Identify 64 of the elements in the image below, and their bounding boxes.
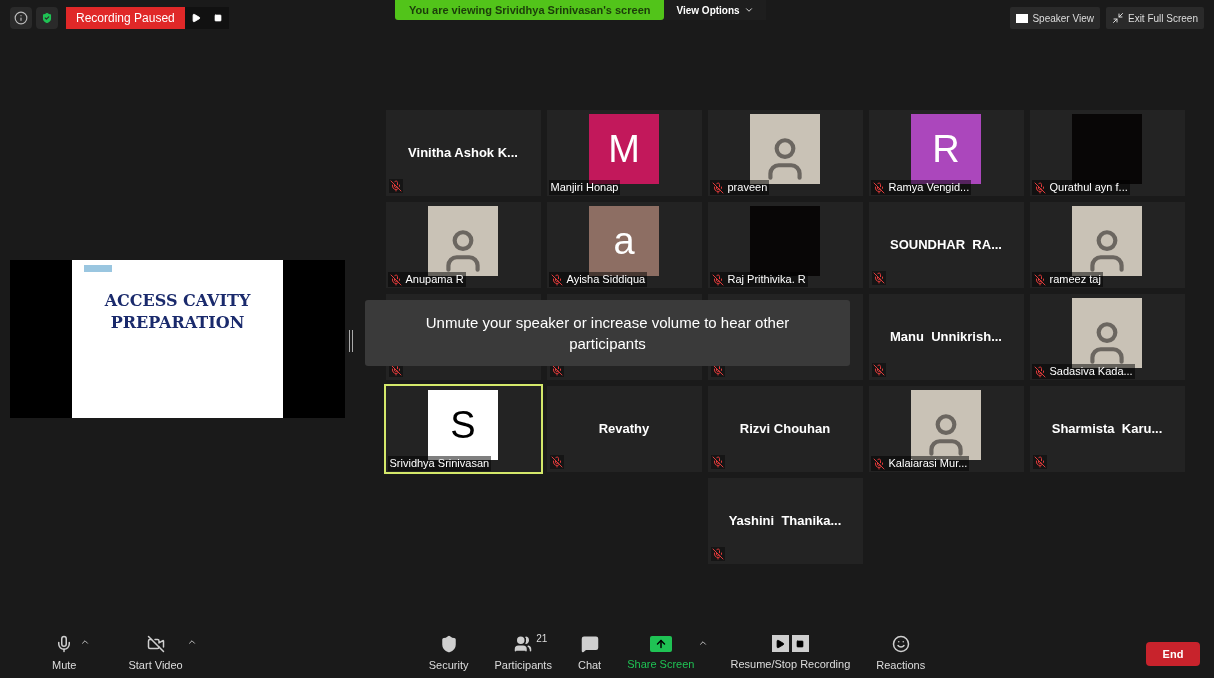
chat-bubble-icon [580,634,599,653]
toolbar-button[interactable]: Start Video [124,634,187,674]
photo-placeholder [428,206,498,276]
grid-icon [1016,13,1029,23]
recording-status-label: Recording Paused [66,7,185,29]
participant-label: praveen [727,181,768,194]
avatar-tile: S [428,390,498,460]
exit-full-screen-button[interactable]: Exit Full Screen [1105,7,1204,29]
caret-icon [743,5,754,15]
exit-full-screen-icon [1111,12,1124,24]
participant-label: Anupama R [405,273,464,286]
photo-placeholder [1072,206,1142,276]
participant-name: Yashini Thanika... [728,512,842,531]
participant-label: rameez taj [1049,273,1101,286]
participant-label: Raj Prithivika. R [727,273,806,286]
logo-icon [84,265,112,272]
avatar-tile: R [911,114,981,184]
encryption-shield-button[interactable] [36,7,58,29]
participant-name: SOUNDHAR RA... [890,236,1002,255]
participant-name: Manu Unnikrish... [890,328,1002,347]
toolbar-button[interactable]: Resume/Stop Recording [726,635,855,673]
photo-placeholder [1072,298,1142,368]
participant-label: Ayisha Siddiqua [566,273,646,286]
people-icon [514,634,533,653]
smiley-icon [891,634,910,653]
shield-icon [439,634,458,653]
stop-icon [213,14,222,22]
view-options-button[interactable]: View Options [664,0,766,20]
info-button[interactable] [10,7,32,29]
participant-label: Sadasiva Kada... [1049,365,1133,378]
resize-handle[interactable] [349,330,353,352]
participant-name: Rizvi Chouhan [739,420,831,439]
participant-label: Ramya Vengid... [888,181,970,194]
avatar-tile: M [589,114,659,184]
end-button[interactable]: End [1146,642,1200,666]
participant-label: Qurathul ayn f... [1049,181,1128,194]
participant-label: Manjiri Honap [550,181,619,194]
photo-placeholder [911,390,981,460]
toolbar-button[interactable]: Share Screen [623,635,699,673]
info-icon [14,11,28,25]
toolbar-button[interactable]: Chat [573,634,606,674]
play-stop-icon [771,635,809,653]
participant-name: Revathy [598,420,650,439]
toolbar-button[interactable]: Mute [48,634,81,674]
shield-check-icon [40,11,54,25]
play-icon [190,13,201,23]
avatar-tile: a [589,206,659,276]
screen-share-banner: You are viewing Srividhya Srinivasan's screen [395,0,665,20]
participant-label: Srividhya Srinivasan [389,457,490,470]
video-off-square [750,206,820,276]
slide-title: PREPARATION [110,312,245,334]
toolbar-button[interactable]: Security [424,634,473,674]
toolbar-button[interactable]: 21 Participants [490,634,556,674]
participant-name: Sharmista Karu... [1051,420,1163,439]
photo-placeholder [750,114,820,184]
slide-title: ACCESS CAVITY [104,290,251,312]
participant-label: Kalaiarasi Mur... [888,457,968,470]
toolbar-button[interactable]: Reactions [872,634,930,674]
video-off-square [1072,114,1142,184]
participant-count: 21 [536,631,548,646]
notice-text: Unmute your speaker or increase volume to hear other participants [424,313,791,354]
video-off-icon [146,634,165,653]
speaker-view-button[interactable]: Speaker View [1010,7,1100,29]
participant-name: Vinitha Ashok K... [408,144,518,163]
